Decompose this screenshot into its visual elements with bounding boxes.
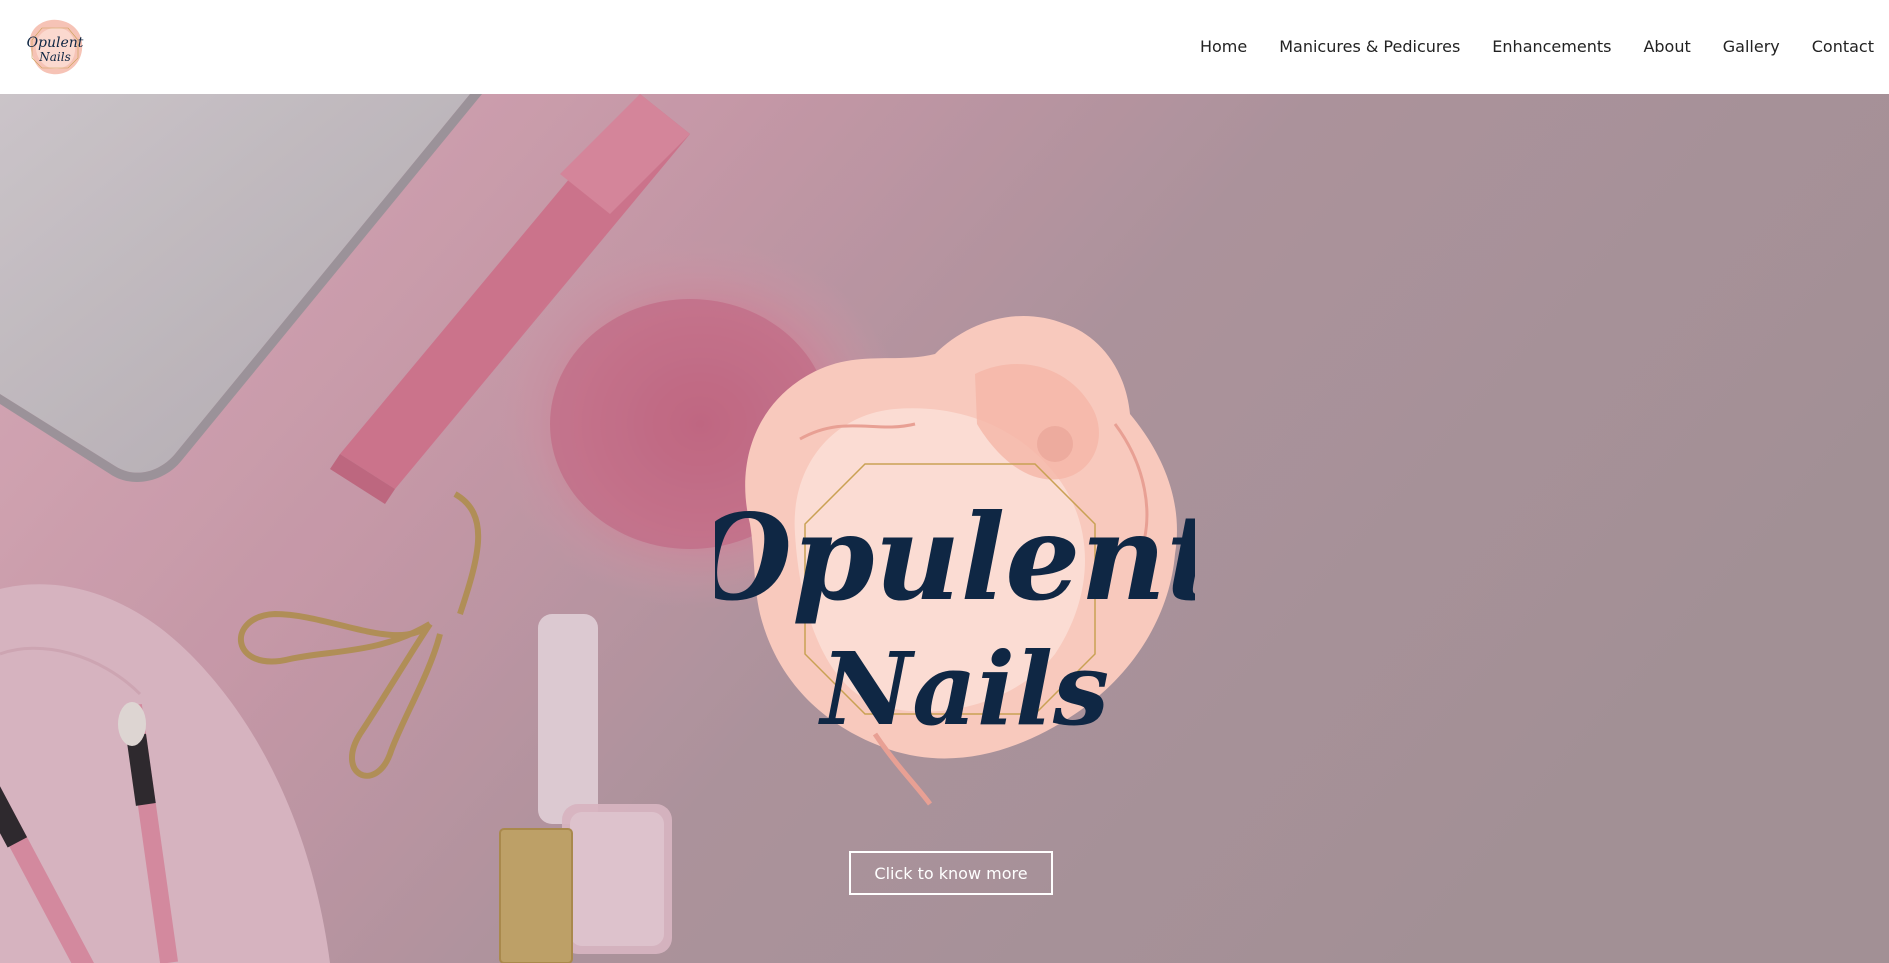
hero-logo: Opulent Nails [715, 315, 1195, 806]
logo-icon: Opulent Nails [27, 19, 84, 75]
logo-title-line2: Nails [818, 630, 1109, 748]
logo-title-line1: Opulent [715, 488, 1195, 627]
nav-item-gallery[interactable]: Gallery [1707, 0, 1796, 94]
nav-item-manicures-pedicures[interactable]: Manicures & Pedicures [1263, 0, 1476, 94]
svg-text:Opulent: Opulent [27, 35, 84, 51]
svg-text:Nails: Nails [38, 50, 71, 64]
nav-item-home[interactable]: Home [1184, 0, 1263, 94]
nav-item-about[interactable]: About [1627, 0, 1706, 94]
hero-section: Opulent Nails Click to know more [0, 94, 1889, 963]
site-header: Opulent Nails Home Manicures & Pedicures… [0, 0, 1889, 94]
know-more-button[interactable]: Click to know more [849, 851, 1053, 895]
main-nav: Home Manicures & Pedicures Enhancements … [1184, 0, 1874, 94]
brand-logo[interactable]: Opulent Nails [22, 14, 88, 80]
nav-item-contact[interactable]: Contact [1796, 0, 1874, 94]
nav-item-enhancements[interactable]: Enhancements [1476, 0, 1627, 94]
